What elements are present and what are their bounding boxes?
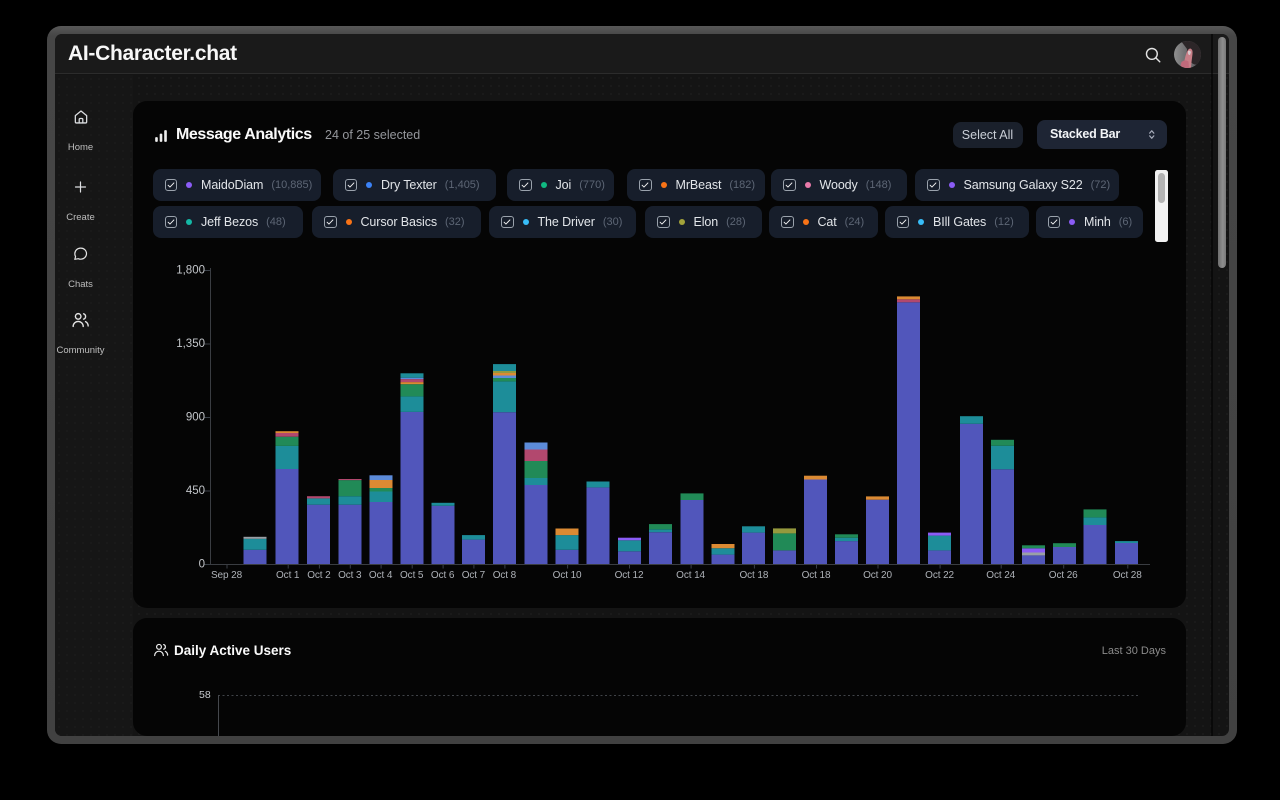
svg-text:Oct 2: Oct 2 xyxy=(307,570,331,581)
svg-text:1,350: 1,350 xyxy=(176,338,205,350)
svg-text:Oct 12: Oct 12 xyxy=(615,570,644,581)
svg-text:Oct 14: Oct 14 xyxy=(676,570,705,581)
svg-text:0: 0 xyxy=(199,559,205,571)
svg-text:Oct 24: Oct 24 xyxy=(986,570,1015,581)
svg-text:Oct 3: Oct 3 xyxy=(338,570,362,581)
svg-text:Oct 5: Oct 5 xyxy=(400,570,424,581)
svg-text:Oct 10: Oct 10 xyxy=(553,570,582,581)
svg-text:Oct 8: Oct 8 xyxy=(493,570,517,581)
svg-text:Oct 7: Oct 7 xyxy=(462,570,486,581)
svg-text:Oct 4: Oct 4 xyxy=(369,570,393,581)
svg-text:Oct 18: Oct 18 xyxy=(739,570,768,581)
svg-text:1,800: 1,800 xyxy=(176,265,205,277)
svg-text:450: 450 xyxy=(186,485,205,497)
svg-text:Oct 6: Oct 6 xyxy=(431,570,455,581)
svg-text:Sep 28: Sep 28 xyxy=(211,570,243,581)
svg-text:Oct 20: Oct 20 xyxy=(863,570,892,581)
svg-text:Oct 22: Oct 22 xyxy=(925,570,954,581)
svg-text:Oct 28: Oct 28 xyxy=(1113,570,1142,581)
svg-text:Oct 26: Oct 26 xyxy=(1049,570,1078,581)
svg-text:Oct 18: Oct 18 xyxy=(802,570,831,581)
svg-text:Oct 1: Oct 1 xyxy=(276,570,300,581)
svg-text:900: 900 xyxy=(186,412,205,424)
